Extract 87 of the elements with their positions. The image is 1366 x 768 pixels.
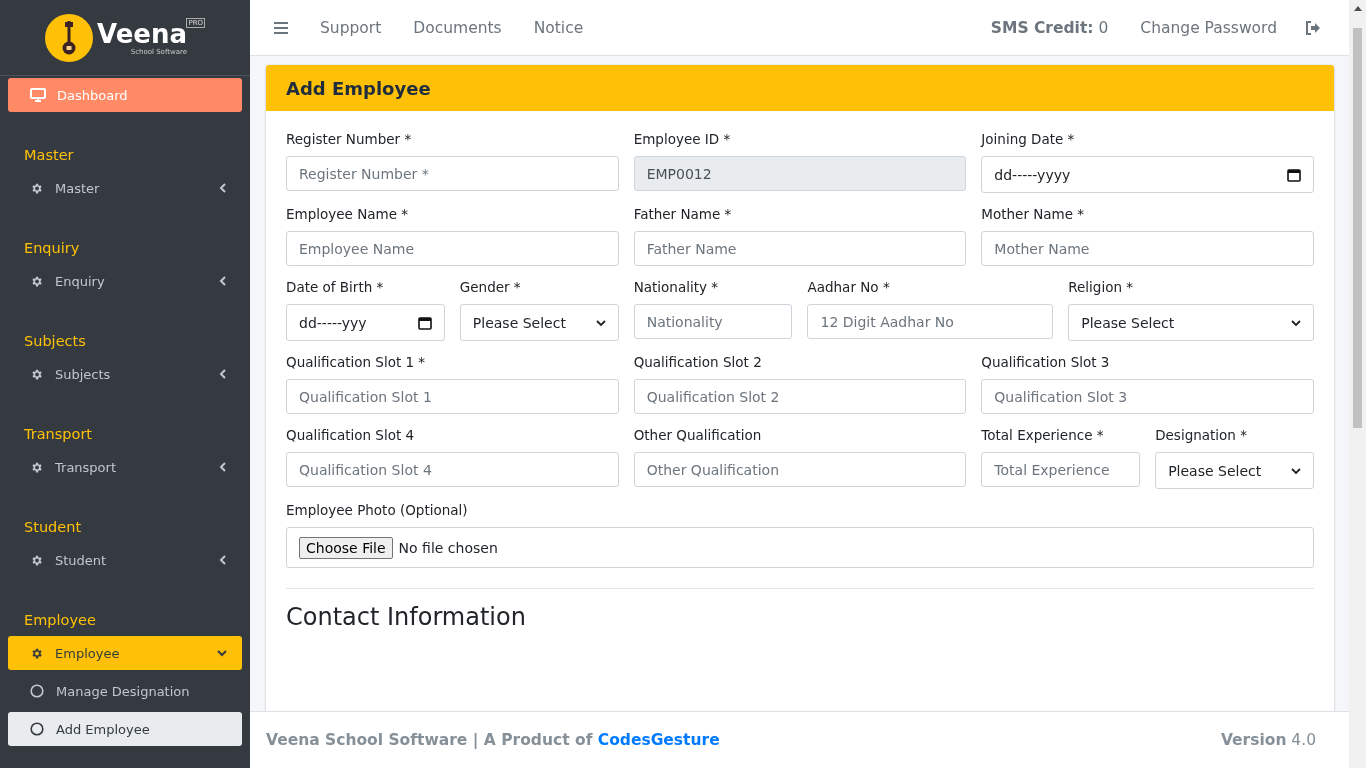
input-field[interactable]: Nationality — [633, 304, 793, 339]
sidebar-item[interactable]: Transport — [8, 450, 242, 484]
input-field[interactable]: Qualification Slot 2 — [633, 379, 967, 414]
sidebar-subitem[interactable]: Add Employee — [8, 712, 242, 746]
field-label: Religion * — [1068, 279, 1134, 295]
gear-icon — [30, 274, 43, 288]
input-field[interactable]: Father Name — [633, 231, 967, 266]
field-label: Other Qualification — [633, 427, 763, 443]
input-field[interactable]: Register Number * — [286, 156, 619, 191]
field-label: Qualification Slot 1 * — [286, 354, 427, 370]
calendar-icon — [417, 315, 432, 330]
input-field[interactable]: 12 Digit Aadhar No — [807, 304, 1054, 339]
sidebar-heading: Transport — [23, 425, 94, 443]
chevron-left-icon — [219, 183, 227, 193]
input-field[interactable]: Qualification Slot 4 — [286, 452, 619, 487]
chevron-down-icon — [217, 649, 227, 657]
sidebar-item[interactable]: Student — [8, 543, 242, 577]
field-label: Father Name * — [633, 206, 733, 222]
chevron-down-icon — [1291, 318, 1301, 327]
field-label: Employee ID * — [633, 131, 732, 147]
chevron-left-icon — [219, 276, 227, 286]
select-field[interactable]: Please Select — [1155, 452, 1314, 489]
sidebar-heading: Subjects — [23, 332, 87, 350]
field-label: Employee Photo (Optional) — [286, 502, 469, 518]
company-link[interactable]: CodesGesture — [597, 731, 720, 749]
chevron-left-icon — [219, 555, 227, 565]
input-field[interactable]: Mother Name — [981, 231, 1314, 266]
chevron-left-icon — [219, 462, 227, 472]
date-field[interactable]: dd-----yyyy — [981, 156, 1314, 193]
chevron-left-icon — [219, 369, 227, 379]
section-heading: Contact Information — [286, 603, 527, 631]
change-password-link[interactable]: Change Password — [1140, 18, 1277, 37]
sidebar-item[interactable]: Enquiry — [8, 264, 242, 298]
version-label: Version 4.0 — [1220, 731, 1316, 749]
gear-icon — [30, 460, 43, 474]
logo-icon — [45, 13, 93, 62]
field-label: Joining Date * — [981, 131, 1076, 147]
scrollbar[interactable] — [1349, 0, 1366, 768]
gear-icon — [30, 367, 43, 381]
sidebar-item[interactable]: Master — [8, 171, 242, 205]
monitor-icon — [30, 88, 46, 102]
file-field[interactable]: Choose File No file chosen — [286, 527, 1314, 568]
select-field[interactable]: Please Select — [1068, 304, 1314, 341]
chevron-down-icon — [1291, 466, 1301, 475]
circle-icon — [30, 722, 44, 736]
field-label: Gender * — [459, 279, 522, 295]
input-field[interactable]: Qualification Slot 1 — [286, 379, 619, 414]
sidebar-heading: Employee — [23, 611, 97, 629]
sidebar-subitem[interactable]: Manage Designation — [8, 674, 242, 708]
sms-credit: SMS Credit: 0 — [990, 18, 1109, 37]
circle-icon — [30, 684, 44, 698]
select-field[interactable]: Please Select — [459, 304, 619, 341]
field-label: Total Experience * — [981, 427, 1105, 443]
menu-icon[interactable] — [274, 21, 288, 34]
field-label: Aadhar No * — [807, 279, 891, 295]
card-title: Add Employee — [266, 65, 1334, 111]
field-label: Date of Birth * — [286, 279, 385, 295]
sidebar-item[interactable]: Subjects — [8, 357, 242, 391]
chevron-down-icon — [595, 318, 606, 327]
sidebar-heading: Student — [23, 518, 83, 536]
logo-name: Veena — [97, 19, 187, 48]
nav-link[interactable]: Notice — [533, 18, 584, 37]
gear-icon — [30, 181, 43, 195]
input-field[interactable]: Qualification Slot 3 — [981, 379, 1314, 414]
nav-link[interactable]: Support — [320, 18, 382, 37]
nav-link[interactable]: Documents — [413, 18, 502, 37]
choose-file-button[interactable]: Choose File — [299, 536, 393, 559]
field-label: Qualification Slot 4 — [286, 427, 416, 443]
calendar-icon — [1287, 167, 1301, 182]
input-field[interactable]: Other Qualification — [633, 452, 967, 487]
input-field[interactable]: Employee Name — [286, 231, 619, 266]
sidebar-heading: Enquiry — [23, 239, 81, 257]
field-label: Qualification Slot 2 — [633, 354, 763, 370]
sidebar-item[interactable]: Employee — [8, 636, 242, 670]
field-label: Mother Name * — [981, 206, 1086, 222]
footer-credit: Veena School Software | A Product of CodesGesture — [266, 731, 720, 749]
field-label: Qualification Slot 3 — [981, 354, 1111, 370]
field-label: Register Number * — [286, 131, 413, 147]
field-label: Designation * — [1155, 427, 1248, 443]
field-label: Employee Name * — [286, 206, 410, 222]
logout-icon[interactable] — [1305, 20, 1321, 35]
date-field[interactable]: dd-----yyy — [286, 304, 445, 341]
sidebar-heading: Master — [23, 146, 75, 164]
input-field[interactable]: Total Experience — [981, 452, 1141, 487]
gear-icon — [30, 646, 43, 660]
gear-icon — [30, 553, 43, 567]
field-label: Nationality * — [633, 279, 719, 295]
